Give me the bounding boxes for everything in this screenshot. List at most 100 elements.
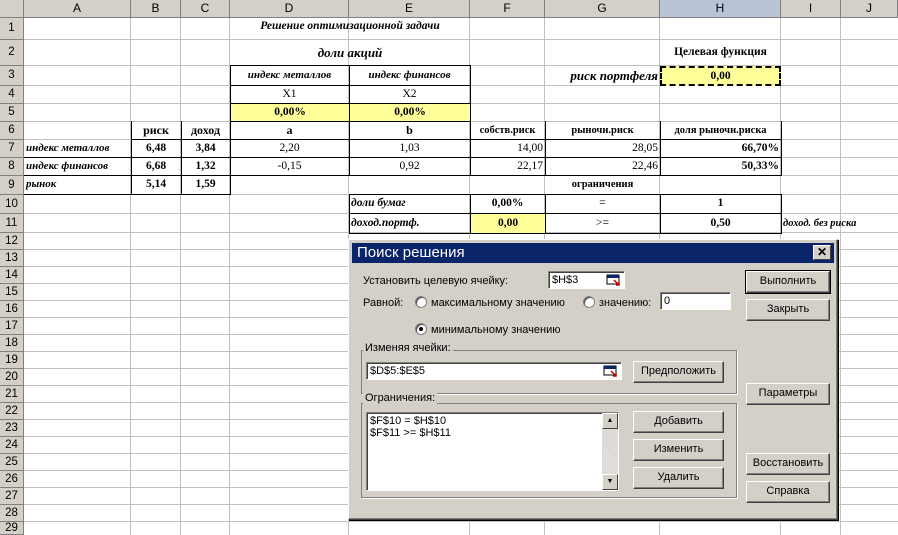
row-header-3[interactable]: 3 — [0, 66, 24, 86]
title-cell[interactable]: Решение оптимизационной задачи — [230, 18, 470, 35]
radio-min-label[interactable]: минимальному значению — [431, 323, 561, 337]
column-header-j[interactable]: J — [841, 0, 898, 18]
row11-operator-cell[interactable]: >= — [545, 215, 660, 232]
row8-income-cell[interactable]: 1,32 — [181, 158, 230, 175]
row10-limit-cell[interactable]: 1 — [660, 195, 781, 212]
column-header-d[interactable]: D — [230, 0, 349, 18]
row-header-2[interactable]: 2 — [0, 40, 24, 66]
column-header-h[interactable]: H — [660, 0, 781, 18]
row8-own-risk-cell[interactable]: 22,17 — [470, 158, 545, 175]
column-header-i[interactable]: I — [781, 0, 841, 18]
row7-own-risk-cell[interactable]: 14,00 — [470, 140, 545, 157]
reset-all-button[interactable]: Восстановить — [746, 453, 830, 475]
row-header-27[interactable]: 27 — [0, 488, 24, 505]
row-header-9[interactable]: 9 — [0, 176, 24, 195]
row8-market-share-cell[interactable]: 50,33% — [660, 158, 781, 175]
add-constraint-button[interactable]: Добавить — [633, 411, 724, 433]
scroll-down-icon[interactable]: ▼ — [602, 474, 618, 490]
column-header-c[interactable]: C — [181, 0, 230, 18]
dialog-titlebar[interactable]: Поиск решения ✕ — [352, 243, 834, 263]
help-button[interactable]: Справка — [746, 481, 830, 503]
row-header-19[interactable]: 19 — [0, 352, 24, 369]
row9-risk-cell[interactable]: 5,14 — [131, 176, 181, 193]
row-header-5[interactable]: 5 — [0, 104, 24, 122]
row-header-18[interactable]: 18 — [0, 335, 24, 352]
row10-label-cell[interactable]: доли бумаг — [349, 195, 470, 212]
row-header-11[interactable]: 11 — [0, 214, 24, 233]
close-icon[interactable]: ✕ — [813, 245, 831, 260]
row10-operator-cell[interactable]: = — [545, 195, 660, 212]
constraints-list[interactable]: $F$10 = $H$10 $F$11 >= $H$11 ▲ ▼ — [366, 412, 619, 491]
row-header-29[interactable]: 29 — [0, 522, 24, 535]
risk-header-cell[interactable]: риск — [131, 122, 181, 139]
finance-index-column-header[interactable]: индекс финансов — [349, 67, 470, 84]
row-header-6[interactable]: 6 — [0, 122, 24, 140]
row7-a-cell[interactable]: 2,20 — [230, 140, 349, 157]
row-header-8[interactable]: 8 — [0, 158, 24, 176]
row-header-22[interactable]: 22 — [0, 403, 24, 420]
row-header-15[interactable]: 15 — [0, 284, 24, 301]
constraint-item[interactable]: $F$10 = $H$10 — [370, 415, 446, 427]
x2-value-cell[interactable]: 0,00% — [350, 104, 470, 121]
row-header-1[interactable]: 1 — [0, 18, 24, 40]
column-header-a[interactable]: A — [24, 0, 131, 18]
row7-risk-cell[interactable]: 6,48 — [131, 140, 181, 157]
portfolio-risk-cell[interactable]: 0,00 — [660, 66, 781, 86]
column-header-f[interactable]: F — [470, 0, 545, 18]
collapse-range-icon[interactable] — [602, 364, 620, 378]
row11-label-cell[interactable]: доход.портф. — [349, 215, 470, 232]
constraints-header-cell[interactable]: ограничения — [545, 176, 660, 193]
column-header-g[interactable]: G — [545, 0, 660, 18]
value-input[interactable]: 0 — [660, 292, 731, 310]
change-constraint-button[interactable]: Изменить — [633, 439, 724, 461]
scroll-up-icon[interactable]: ▲ — [602, 413, 618, 429]
row-header-28[interactable]: 28 — [0, 505, 24, 522]
row10-value-cell[interactable]: 0,00% — [470, 195, 545, 212]
row7-market-risk-cell[interactable]: 28,05 — [545, 140, 660, 157]
a-header-cell[interactable]: a — [230, 122, 349, 139]
row9-income-cell[interactable]: 1,59 — [181, 176, 230, 193]
x1-label-cell[interactable]: X1 — [230, 86, 349, 103]
radio-min[interactable] — [415, 323, 427, 335]
x2-label-cell[interactable]: X2 — [349, 86, 470, 103]
row-header-4[interactable]: 4 — [0, 86, 24, 104]
close-button[interactable]: Закрыть — [746, 299, 830, 321]
select-all-corner[interactable] — [0, 0, 24, 18]
portfolio-risk-label[interactable]: риск портфеля — [545, 67, 660, 84]
market-risk-share-header-cell[interactable]: доля рыночн.риска — [660, 122, 781, 139]
row7-market-share-cell[interactable]: 66,70% — [660, 140, 781, 157]
b-header-cell[interactable]: b — [349, 122, 470, 139]
guess-button[interactable]: Предположить — [633, 361, 724, 383]
row-header-16[interactable]: 16 — [0, 301, 24, 318]
target-function-header[interactable]: Целевая функция — [660, 44, 781, 61]
row-header-12[interactable]: 12 — [0, 233, 24, 250]
radio-value[interactable] — [583, 296, 595, 308]
run-button[interactable]: Выполнить — [745, 270, 831, 294]
radio-max[interactable] — [415, 296, 427, 308]
column-header-b[interactable]: B — [131, 0, 181, 18]
delete-constraint-button[interactable]: Удалить — [633, 467, 724, 489]
row7-income-cell[interactable]: 3,84 — [181, 140, 230, 157]
row-header-26[interactable]: 26 — [0, 471, 24, 488]
row8-b-cell[interactable]: 0,92 — [349, 158, 470, 175]
x1-value-cell[interactable]: 0,00% — [231, 104, 349, 121]
collapse-range-icon[interactable] — [605, 273, 623, 287]
row9-name-cell[interactable]: рынок — [24, 176, 131, 193]
row11-limit-cell[interactable]: 0,50 — [660, 215, 781, 232]
row8-market-risk-cell[interactable]: 22,46 — [545, 158, 660, 175]
shares-header-cell[interactable]: доли акций — [230, 44, 470, 61]
row7-name-cell[interactable]: индекс металлов — [24, 140, 131, 157]
row8-a-cell[interactable]: -0,15 — [230, 158, 349, 175]
row-header-13[interactable]: 13 — [0, 250, 24, 267]
row-header-23[interactable]: 23 — [0, 420, 24, 437]
row-header-24[interactable]: 24 — [0, 437, 24, 454]
constraints-scrollbar[interactable]: ▲ ▼ — [602, 413, 618, 490]
row-header-7[interactable]: 7 — [0, 140, 24, 158]
row-header-10[interactable]: 10 — [0, 195, 24, 214]
row11-value-cell[interactable]: 0,00 — [471, 214, 545, 233]
row8-name-cell[interactable]: индекс финансов — [24, 158, 131, 175]
row11-note-cell[interactable]: доход. без риска — [781, 215, 898, 232]
constraint-item[interactable]: $F$11 >= $H$11 — [370, 427, 451, 439]
income-header-cell[interactable]: доход — [181, 122, 230, 139]
row-header-17[interactable]: 17 — [0, 318, 24, 335]
